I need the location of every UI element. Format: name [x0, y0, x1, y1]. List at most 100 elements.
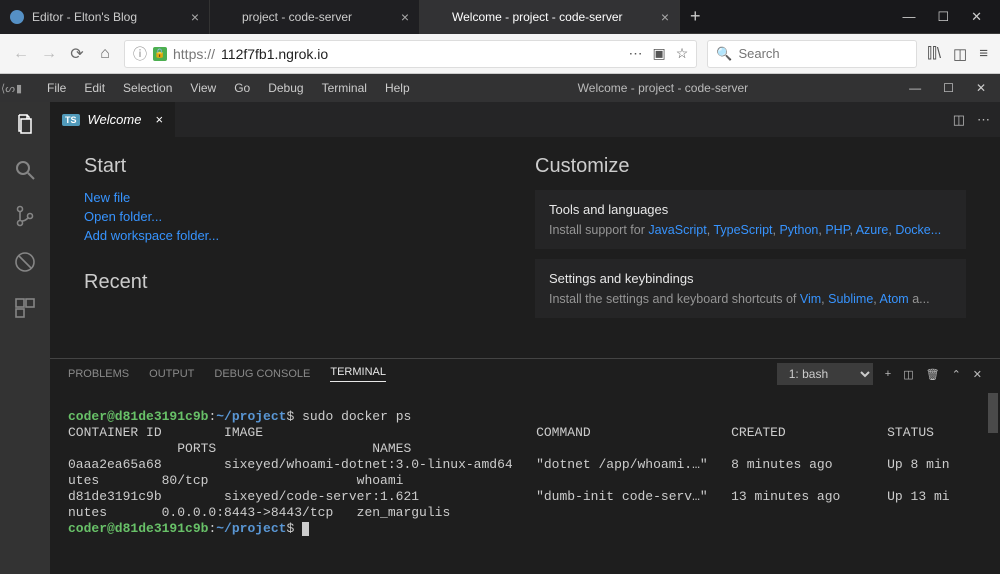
minimize-icon[interactable]: —: [902, 9, 915, 25]
panel-tab-problems[interactable]: PROBLEMS: [68, 368, 129, 380]
panel-tab-terminal[interactable]: TERMINAL: [330, 366, 386, 382]
lock-icon[interactable]: 🔒: [153, 47, 167, 61]
more-icon[interactable]: ⋯: [977, 112, 990, 128]
editor-actions: ◫ ⋯: [953, 112, 1000, 128]
browser-tabs: Editor - Elton's Blog × project - code-s…: [0, 0, 1000, 34]
menu-selection[interactable]: Selection: [116, 81, 179, 95]
editor-tab-welcome[interactable]: TS Welcome ×: [50, 102, 175, 137]
close-panel-icon[interactable]: ✕: [973, 368, 982, 381]
scrollbar[interactable]: [988, 393, 998, 433]
menu-icon[interactable]: ≡: [979, 45, 988, 63]
terminal[interactable]: coder@d81de3191c9b:~/project$ sudo docke…: [50, 389, 1000, 574]
menu-view[interactable]: View: [183, 81, 223, 95]
welcome-left: Start New file Open folder... Add worksp…: [84, 155, 515, 340]
sidebar-icon[interactable]: ◫: [953, 45, 967, 63]
ts-badge: TS: [62, 114, 80, 126]
terminal-cursor: [302, 522, 309, 536]
link-javascript[interactable]: JavaScript: [648, 223, 706, 237]
split-terminal-icon[interactable]: ◫: [903, 368, 913, 381]
add-workspace-link[interactable]: Add workspace folder...: [84, 228, 515, 243]
home-button[interactable]: ⌂: [96, 45, 114, 63]
link-typescript[interactable]: TypeScript: [713, 223, 772, 237]
terminal-select[interactable]: 1: bash: [777, 363, 873, 385]
kill-terminal-icon[interactable]: 🗑: [926, 368, 940, 381]
panel-tab-output[interactable]: OUTPUT: [149, 368, 194, 380]
maximize-icon[interactable]: ☐: [943, 81, 954, 95]
menu-terminal[interactable]: Terminal: [315, 81, 374, 95]
explorer-icon[interactable]: [13, 112, 37, 136]
link-sublime[interactable]: Sublime: [828, 292, 873, 306]
activity-bar: [0, 102, 50, 574]
editor-tabs: TS Welcome × ◫ ⋯: [50, 102, 1000, 137]
card-title: Tools and languages: [549, 202, 952, 217]
tools-card[interactable]: Tools and languages Install support for …: [535, 190, 966, 249]
window-title: Welcome - project - code-server: [417, 81, 910, 95]
panel-tab-debug[interactable]: DEBUG CONSOLE: [214, 368, 310, 380]
search-icon[interactable]: [13, 158, 37, 182]
start-heading: Start: [84, 155, 515, 178]
vscode-titlebar: ⟨ᔕ▮ File Edit Selection View Go Debug Te…: [0, 74, 1000, 102]
link-vim[interactable]: Vim: [800, 292, 821, 306]
back-button[interactable]: ←: [12, 45, 30, 63]
open-folder-link[interactable]: Open folder...: [84, 209, 515, 224]
link-atom[interactable]: Atom: [880, 292, 909, 306]
editor-area: TS Welcome × ◫ ⋯ Start New file Open fol…: [50, 102, 1000, 574]
forward-button[interactable]: →: [40, 45, 58, 63]
search-input[interactable]: [738, 46, 914, 61]
search-box[interactable]: 🔍: [707, 40, 917, 68]
close-icon[interactable]: ×: [183, 9, 199, 25]
tab-label: Editor - Elton's Blog: [32, 10, 137, 24]
split-editor-icon[interactable]: ◫: [953, 112, 965, 128]
menu-bar: File Edit Selection View Go Debug Termin…: [30, 81, 417, 95]
close-icon[interactable]: ×: [155, 112, 163, 127]
menu-file[interactable]: File: [40, 81, 73, 95]
card-text: Install the settings and keyboard shortc…: [549, 292, 952, 306]
menu-debug[interactable]: Debug: [261, 81, 310, 95]
browser-tab-2[interactable]: project - code-server ×: [210, 0, 420, 34]
url-bar[interactable]: ⓘ 🔒 https://112f7fb1.ngrok.io ⋯ ▣ ☆: [124, 40, 697, 68]
vscode-window-controls: — ☐ ✕: [909, 81, 1000, 95]
minimize-icon[interactable]: —: [909, 81, 921, 95]
link-php[interactable]: PHP: [825, 223, 849, 237]
maximize-panel-icon[interactable]: ⌃: [952, 368, 961, 381]
favicon: [220, 10, 234, 24]
close-icon[interactable]: ×: [653, 9, 669, 25]
keybindings-card[interactable]: Settings and keybindings Install the set…: [535, 259, 966, 318]
menu-help[interactable]: Help: [378, 81, 417, 95]
link-azure[interactable]: Azure: [856, 223, 889, 237]
link-docker[interactable]: Docke...: [895, 223, 941, 237]
library-icon[interactable]: ⫿⫿\: [927, 45, 941, 63]
browser-tab-1[interactable]: Editor - Elton's Blog ×: [0, 0, 210, 34]
customize-heading: Customize: [535, 155, 966, 178]
favicon: [430, 10, 444, 24]
tab-label: Welcome - project - code-server: [452, 10, 623, 24]
window-controls: — ☐ ✕: [902, 9, 1000, 25]
reload-button[interactable]: ⟳: [68, 44, 86, 64]
reader-icon[interactable]: ▣: [652, 45, 665, 62]
new-tab-button[interactable]: +: [680, 6, 711, 27]
new-terminal-icon[interactable]: +: [885, 368, 891, 380]
vscode-app: ⟨ᔕ▮ File Edit Selection View Go Debug Te…: [0, 74, 1000, 574]
source-control-icon[interactable]: [13, 204, 37, 228]
link-python[interactable]: Python: [779, 223, 818, 237]
favicon: [10, 10, 24, 24]
close-icon[interactable]: ✕: [976, 81, 986, 95]
maximize-icon[interactable]: ☐: [937, 9, 949, 25]
menu-edit[interactable]: Edit: [77, 81, 112, 95]
debug-icon[interactable]: [13, 250, 37, 274]
new-file-link[interactable]: New file: [84, 190, 515, 205]
close-icon[interactable]: ×: [393, 9, 409, 25]
url-host: 112f7fb1.ngrok.io: [221, 46, 328, 62]
menu-go[interactable]: Go: [227, 81, 257, 95]
info-icon[interactable]: ⓘ: [133, 44, 147, 64]
close-window-icon[interactable]: ✕: [971, 9, 982, 25]
coder-logo-icon: ⟨ᔕ▮: [0, 81, 30, 95]
svg-text:▮: ▮: [16, 83, 22, 95]
bookmark-icon[interactable]: ☆: [676, 45, 689, 62]
browser-tab-3[interactable]: Welcome - project - code-server ×: [420, 0, 680, 34]
extensions-icon[interactable]: [13, 296, 37, 320]
tab-label: project - code-server: [242, 10, 352, 24]
more-icon[interactable]: ⋯: [628, 45, 642, 62]
browser-toolbar: ← → ⟳ ⌂ ⓘ 🔒 https://112f7fb1.ngrok.io ⋯ …: [0, 34, 1000, 74]
vscode-body: TS Welcome × ◫ ⋯ Start New file Open fol…: [0, 102, 1000, 574]
